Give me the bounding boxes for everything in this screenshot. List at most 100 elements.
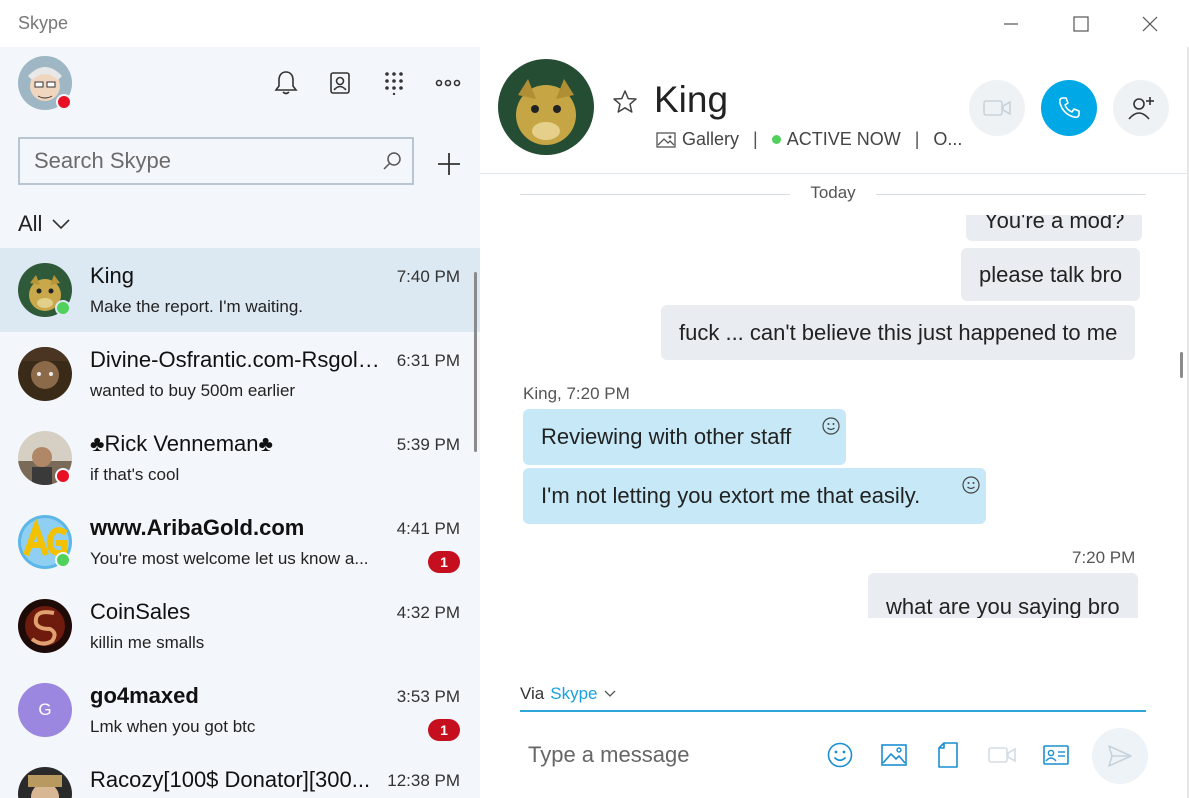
send-via-selector[interactable]: Via Skype — [520, 684, 616, 704]
my-status-indicator — [56, 94, 72, 110]
send-file-button[interactable] — [933, 740, 963, 770]
composer-divider — [520, 710, 1146, 712]
add-reaction-button[interactable] — [962, 474, 980, 500]
active-dot — [771, 135, 781, 144]
send-message-button[interactable] — [1092, 728, 1148, 784]
outgoing-message[interactable]: what are you saying bro — [868, 573, 1138, 618]
online-status-indicator — [55, 552, 71, 568]
video-message-button[interactable] — [987, 740, 1017, 770]
conversation-item[interactable]: Divine-Osfrantic.com-Rsgold... 6:31 PM w… — [0, 332, 480, 416]
close-button[interactable] — [1115, 0, 1185, 47]
conversation-time: 7:40 PM — [396, 267, 460, 286]
bell-icon — [274, 71, 298, 95]
outgoing-message[interactable]: fuck ... can't believe this just happene… — [661, 305, 1136, 360]
notifications-button[interactable] — [270, 67, 302, 99]
contact-name: www.AribaGold.com — [90, 515, 305, 540]
message-scrollbar[interactable] — [1180, 352, 1183, 378]
via-label: Via — [520, 684, 545, 703]
gallery-icon — [656, 131, 676, 148]
video-camera-icon — [983, 100, 1011, 116]
sidebar-scrollbar[interactable] — [474, 272, 477, 452]
conversation-item[interactable]: King 7:40 PM Make the report. I'm waitin… — [0, 248, 480, 332]
conversation-item[interactable]: CoinSales 4:32 PM killin me smalls — [0, 584, 480, 668]
video-call-button[interactable] — [969, 80, 1025, 136]
incoming-message[interactable]: I'm not letting you extort me that easil… — [523, 468, 986, 524]
more-options-button[interactable] — [432, 67, 464, 99]
separator: | — [914, 129, 920, 149]
message-text: You're a mod? — [984, 215, 1125, 233]
send-contact-button[interactable] — [1041, 740, 1071, 770]
conversation-filter[interactable]: All — [18, 211, 71, 237]
emoji-button[interactable] — [825, 740, 855, 770]
message-preview: You're most welcome let us know a... — [90, 549, 369, 568]
add-reaction-button[interactable] — [822, 415, 840, 441]
conversation-time: 5:39 PM — [396, 435, 460, 454]
day-label: Today — [810, 183, 856, 202]
conversation-item[interactable]: Racozy[100$ Donator][300... 12:38 PM — [0, 752, 480, 798]
contacts-icon — [330, 72, 350, 94]
avatar — [18, 599, 72, 653]
smiley-icon — [822, 417, 840, 435]
message-preview: if that's cool — [90, 465, 180, 484]
search-input[interactable] — [34, 149, 374, 173]
more-info-label[interactable]: O... — [933, 129, 962, 150]
conversation-item[interactable]: ♣Rick Venneman♣ 5:39 PM if that's cool — [0, 416, 480, 500]
conversation-time: 4:41 PM — [396, 519, 460, 538]
minimize-icon — [1004, 22, 1018, 25]
message-text: fuck ... can't believe this just happene… — [679, 319, 1118, 345]
sender-meta: King, 7:20 PM — [523, 384, 630, 403]
message-input[interactable] — [528, 740, 808, 770]
minimize-button[interactable] — [976, 0, 1046, 47]
message-text: I'm not letting you extort me that easil… — [541, 483, 921, 508]
avatar — [18, 347, 72, 401]
search-box[interactable] — [18, 137, 414, 185]
chevron-down-icon — [604, 690, 615, 697]
gallery-link[interactable]: Gallery — [656, 129, 739, 150]
avatar-initial: G — [38, 700, 52, 719]
audio-call-button[interactable] — [1041, 80, 1097, 136]
dialpad-icon — [385, 72, 403, 95]
app-title: Skype — [18, 13, 69, 33]
separator: | — [753, 129, 758, 149]
outgoing-message[interactable]: please talk bro — [961, 248, 1141, 301]
conversation-item[interactable]: www.AribaGold.com 4:41 PM You're most we… — [0, 500, 480, 584]
online-status-indicator — [55, 300, 71, 316]
active-status-label: ACTIVE NOW — [786, 129, 901, 149]
new-chat-button[interactable] — [432, 147, 466, 181]
contact-name: Racozy[100$ Donator][300... — [90, 767, 371, 792]
sidebar: All King 7:40 PM Make the report. I'm wa… — [0, 47, 480, 798]
contact-name: go4maxed — [90, 683, 199, 708]
contacts-button[interactable] — [324, 67, 356, 99]
send-image-button[interactable] — [879, 740, 909, 770]
avatar: G — [18, 683, 72, 737]
day-divider: Today — [520, 183, 1146, 205]
contact-name: ♣Rick Venneman♣ — [90, 431, 273, 456]
plus-icon — [438, 153, 460, 175]
star-icon — [613, 90, 637, 113]
outgoing-message[interactable]: You're a mod? — [966, 215, 1143, 241]
add-person-icon — [1128, 97, 1154, 120]
favorite-button[interactable] — [612, 89, 638, 120]
message-preview: Lmk when you got btc — [90, 717, 256, 736]
contact-name: Divine-Osfrantic.com-Rsgold... — [90, 347, 385, 372]
title-bar: Skype — [0, 0, 1189, 47]
unread-badge: 1 — [428, 551, 460, 573]
message-area[interactable]: You're a mod? please talk bro fuck ... c… — [480, 215, 1189, 618]
add-participant-button[interactable] — [1113, 80, 1169, 136]
dialpad-button[interactable] — [378, 67, 410, 99]
search-icon[interactable] — [382, 151, 402, 176]
chat-contact-name: King — [654, 79, 729, 120]
file-icon — [938, 742, 958, 768]
emoji-icon — [827, 742, 853, 768]
message-text: Reviewing with other staff — [541, 424, 792, 449]
chat-avatar[interactable] — [498, 59, 594, 155]
incoming-message[interactable]: Reviewing with other staff — [523, 409, 846, 465]
chat-header: King Gallery | ACTIVE NOW | O... — [480, 47, 1189, 174]
maximize-button[interactable] — [1046, 0, 1116, 47]
chat-subheader: Gallery | ACTIVE NOW | O... — [656, 129, 962, 150]
unread-badge: 1 — [428, 719, 460, 741]
conversation-item[interactable]: G go4maxed 3:53 PM Lmk when you got btc … — [0, 668, 480, 752]
via-service: Skype — [550, 684, 598, 703]
filter-label: All — [18, 211, 43, 236]
conversation-time: 4:32 PM — [396, 603, 460, 622]
